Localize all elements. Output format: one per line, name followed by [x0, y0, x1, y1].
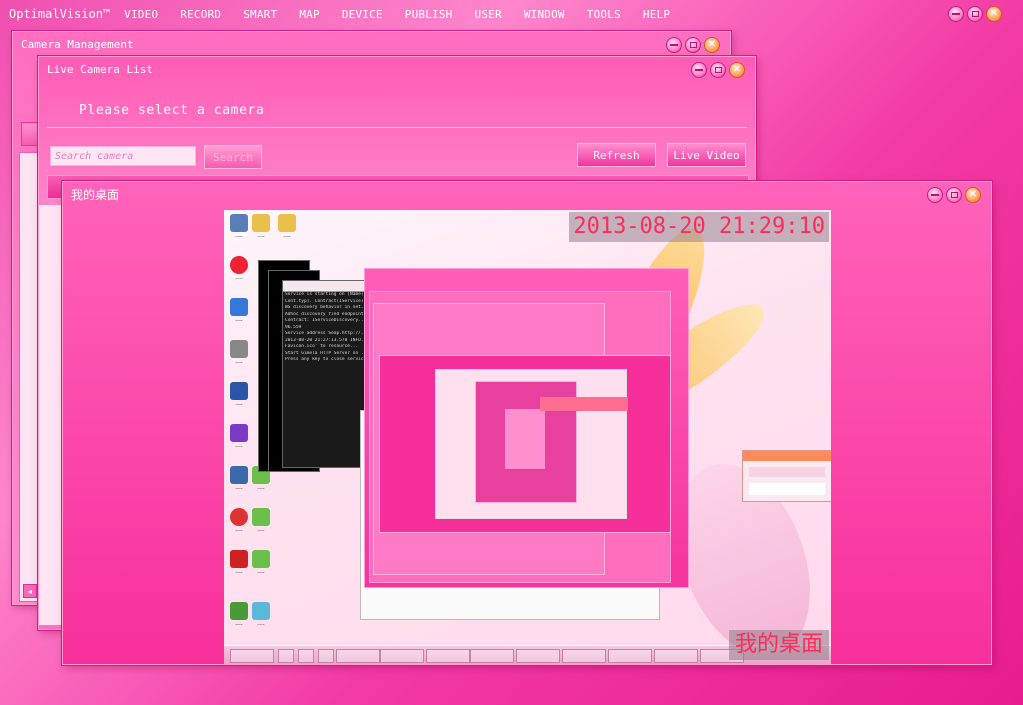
- desktop-icon: ----: [226, 382, 252, 408]
- desktop-icon: ----: [226, 424, 252, 450]
- menu-smart[interactable]: SMART: [243, 8, 277, 21]
- maximize-icon[interactable]: [946, 187, 962, 203]
- search-button[interactable]: Search: [204, 145, 262, 169]
- search-camera-input[interactable]: [50, 146, 196, 166]
- divider: [47, 127, 747, 128]
- desktop-icon: ----: [226, 340, 252, 366]
- live-video-button[interactable]: Live Video: [667, 143, 746, 167]
- close-icon[interactable]: ✕: [704, 37, 720, 53]
- desktop-icon: ----: [248, 508, 274, 534]
- menu-help[interactable]: HELP: [643, 8, 670, 21]
- menu-publish[interactable]: PUBLISH: [405, 8, 453, 21]
- menu-tools[interactable]: TOOLS: [587, 8, 621, 21]
- app-window-controls: ✕: [948, 6, 1002, 22]
- video-timestamp: 2013-08-20 21:29:10: [569, 212, 829, 242]
- menu-user[interactable]: USER: [475, 8, 502, 21]
- main-menu-bar: OptimalVision™ VIDEO RECORD SMART MAP DE…: [0, 0, 1023, 28]
- camera-management-controls: ✕: [666, 37, 720, 53]
- camera-table[interactable]: [39, 205, 61, 625]
- minimize-icon[interactable]: [927, 187, 943, 203]
- desktop-view-controls: ✕: [927, 187, 981, 203]
- maximize-icon[interactable]: [967, 6, 983, 22]
- menu-video[interactable]: VIDEO: [124, 8, 158, 21]
- menu-map[interactable]: MAP: [299, 8, 319, 21]
- desktop-icon: ----: [226, 256, 252, 282]
- close-icon[interactable]: ✕: [965, 187, 981, 203]
- menu-window[interactable]: WINDOW: [524, 8, 565, 21]
- menu-device[interactable]: DEVICE: [342, 8, 383, 21]
- app-brand: OptimalVision™: [9, 7, 111, 21]
- close-icon[interactable]: ✕: [986, 6, 1002, 22]
- minimize-icon[interactable]: [691, 62, 707, 78]
- camera-management-list[interactable]: [19, 152, 39, 602]
- maximize-icon[interactable]: [685, 37, 701, 53]
- desktop-icon: ----: [274, 214, 300, 240]
- video-caption: 我的桌面: [728, 630, 829, 660]
- camera-management-titlebar[interactable]: Camera Management: [13, 32, 730, 56]
- nested-app-view: [364, 268, 689, 588]
- remote-desktop-video[interactable]: ---- ---- ---- ---- ---- ---- ---- ---- …: [224, 210, 831, 664]
- window-title: 我的桌面: [71, 187, 120, 202]
- close-icon[interactable]: ✕: [729, 62, 745, 78]
- desktop-icon: ----: [226, 298, 252, 324]
- select-camera-prompt: Please select a camera: [79, 103, 265, 118]
- desktop-view-titlebar[interactable]: 我的桌面: [63, 182, 991, 206]
- window-title: Camera Management: [21, 37, 134, 51]
- live-camera-list-controls: ✕: [691, 62, 745, 78]
- minimize-icon[interactable]: [948, 6, 964, 22]
- live-camera-list-titlebar[interactable]: Live Camera List: [39, 57, 755, 81]
- refresh-button[interactable]: Refresh: [577, 143, 656, 167]
- window-title: Live Camera List: [47, 62, 153, 76]
- desktop-icon: ----: [248, 214, 274, 240]
- desktop-icon: ----: [248, 550, 274, 576]
- minimize-icon[interactable]: [666, 37, 682, 53]
- scroll-left-icon[interactable]: ◂: [23, 584, 37, 598]
- desktop-icon: ----: [248, 602, 274, 628]
- desktop-view-window: 我的桌面 ✕ ---- ---- ---- ---- ---- ---- ---…: [62, 181, 992, 665]
- maximize-icon[interactable]: [710, 62, 726, 78]
- tool-popup: [742, 450, 831, 502]
- menu-record[interactable]: RECORD: [180, 8, 221, 21]
